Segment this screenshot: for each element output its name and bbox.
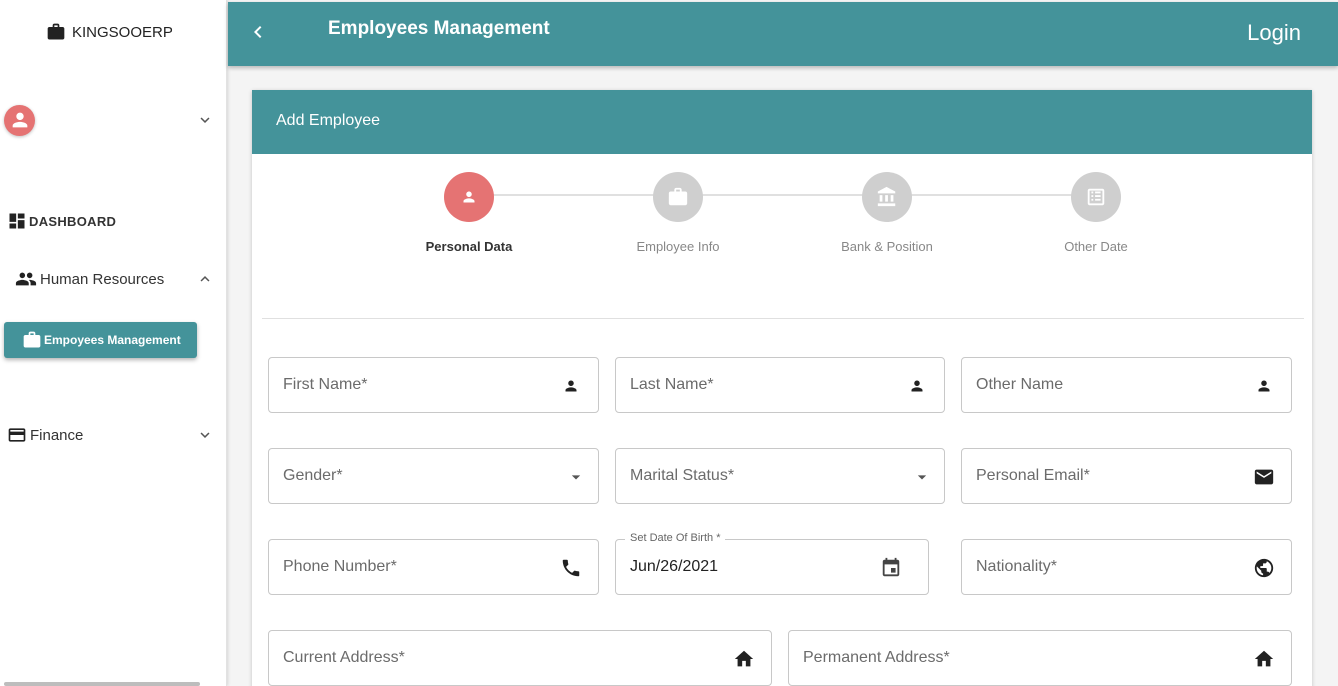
nationality-placeholder: Nationality* xyxy=(976,558,1057,575)
step-label: Personal Data xyxy=(425,239,513,254)
person-icon xyxy=(911,380,923,392)
nationality-field[interactable]: Nationality* xyxy=(961,539,1292,595)
gender-placeholder: Gender* xyxy=(283,467,343,484)
step-bank-position[interactable]: Bank & Position xyxy=(807,172,967,254)
current-address-field[interactable]: Current Address* xyxy=(268,630,772,686)
phone-icon xyxy=(562,559,580,577)
step-circle xyxy=(444,172,494,222)
step-label: Employee Info xyxy=(636,239,720,254)
first-name-placeholder: First Name* xyxy=(283,376,368,393)
home-icon xyxy=(734,650,754,667)
globe-icon xyxy=(1254,558,1274,578)
date-of-birth-label: Set Date Of Birth * xyxy=(625,532,726,544)
first-name-field[interactable]: First Name* xyxy=(268,357,599,413)
current-address-placeholder: Current Address* xyxy=(283,649,405,666)
step-circle xyxy=(1071,172,1121,222)
step-personal-data[interactable]: Personal Data xyxy=(389,172,549,254)
other-name-placeholder: Other Name xyxy=(976,376,1064,393)
step-circle xyxy=(862,172,912,222)
date-of-birth-value: Jun/26/2021 xyxy=(630,558,719,575)
brand[interactable]: KINGSOOERP xyxy=(46,22,173,42)
briefcase-icon xyxy=(668,187,688,206)
sidebar-item-label: Finance xyxy=(30,426,84,444)
calendar-icon[interactable] xyxy=(880,557,902,579)
chevron-down-icon[interactable] xyxy=(196,426,214,444)
phone-number-field[interactable]: Phone Number* xyxy=(268,539,599,595)
last-name-placeholder: Last Name* xyxy=(630,376,714,393)
stepper-line xyxy=(469,194,1096,196)
briefcase-icon xyxy=(47,23,65,40)
sidebar-scrollbar[interactable] xyxy=(4,682,200,686)
dashboard-icon xyxy=(9,213,25,229)
avatar[interactable] xyxy=(4,104,35,136)
page-title: Employees Management xyxy=(328,18,550,39)
add-employee-card: Add Employee Personal Data Employee Info… xyxy=(252,90,1312,686)
divider xyxy=(262,318,1304,319)
people-icon xyxy=(15,272,37,286)
step-label: Other Date xyxy=(1064,239,1128,254)
email-icon xyxy=(1254,469,1274,485)
login-button[interactable]: Login xyxy=(1247,20,1301,46)
user-menu[interactable] xyxy=(4,103,214,137)
personal-email-field[interactable]: Personal Email* xyxy=(961,448,1292,504)
briefcase-icon xyxy=(23,331,41,348)
chevron-up-icon[interactable] xyxy=(196,270,214,288)
sidebar-item-dashboard[interactable]: DASHBOARD xyxy=(7,211,116,231)
step-employee-info[interactable]: Employee Info xyxy=(598,172,758,254)
credit-card-icon xyxy=(8,428,26,442)
dropdown-arrow-icon xyxy=(571,475,581,480)
card-title: Add Employee xyxy=(252,90,1312,154)
sidebar-item-employees-management[interactable]: Empoyees Management xyxy=(4,322,197,358)
last-name-field[interactable]: Last Name* xyxy=(615,357,945,413)
person-icon xyxy=(565,380,577,392)
home-icon xyxy=(1254,650,1274,667)
sidebar-item-finance[interactable]: Finance xyxy=(6,425,214,445)
marital-status-placeholder: Marital Status* xyxy=(630,467,735,484)
chevron-down-icon[interactable] xyxy=(196,111,214,129)
dropdown-arrow-icon xyxy=(917,475,927,480)
step-circle xyxy=(653,172,703,222)
sidebar-item-label: Human Resources xyxy=(40,270,165,288)
step-label: Bank & Position xyxy=(841,239,933,254)
back-arrow-icon[interactable] xyxy=(246,20,270,44)
phone-number-placeholder: Phone Number* xyxy=(283,558,397,575)
top-bar: Employees Management Login xyxy=(228,2,1338,66)
step-other-date[interactable]: Other Date xyxy=(1016,172,1176,254)
date-of-birth-field[interactable]: Set Date Of Birth * Jun/26/2021 xyxy=(615,532,929,595)
person-icon xyxy=(463,191,475,203)
user-icon xyxy=(12,112,27,128)
sidebar-item-label: DASHBOARD xyxy=(29,213,117,229)
sidebar-item-human-resources[interactable]: Human Resources xyxy=(14,268,214,290)
personal-email-placeholder: Personal Email* xyxy=(976,467,1090,484)
person-icon xyxy=(1258,380,1270,392)
marital-status-select[interactable]: Marital Status* xyxy=(615,448,945,504)
permanent-address-field[interactable]: Permanent Address* xyxy=(788,630,1292,686)
gender-select[interactable]: Gender* xyxy=(268,448,599,504)
brand-name: KINGSOOERP xyxy=(72,23,173,41)
list-icon xyxy=(1087,188,1105,206)
sidebar: KINGSOOERP DASHBOARD Human Resources Emp… xyxy=(0,0,227,686)
other-name-field[interactable]: Other Name xyxy=(961,357,1292,413)
permanent-address-placeholder: Permanent Address* xyxy=(803,649,950,666)
bank-icon xyxy=(877,186,896,207)
sidebar-item-label: Empoyees Management xyxy=(44,333,181,347)
